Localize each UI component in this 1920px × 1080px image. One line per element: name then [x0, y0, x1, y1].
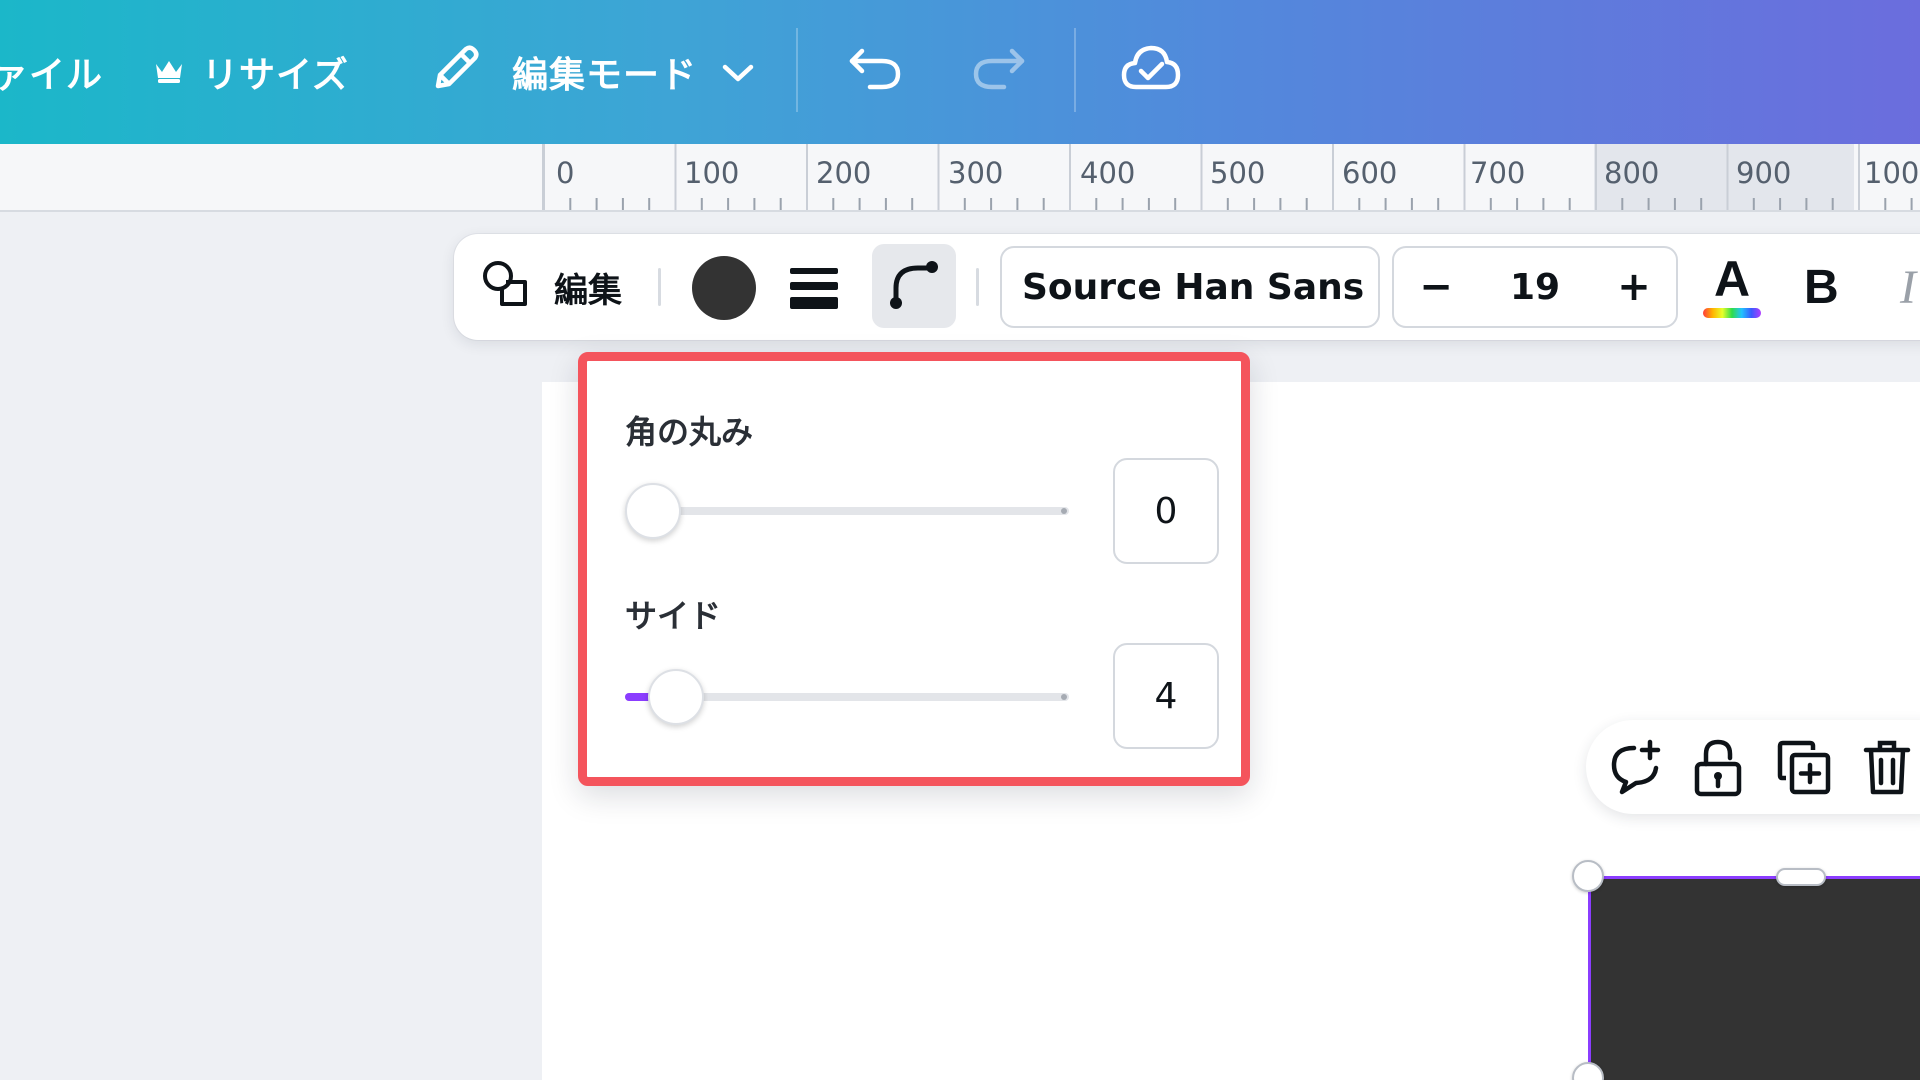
ruler-label: 100	[684, 156, 740, 190]
duplicate-icon[interactable]	[1776, 738, 1832, 800]
sides-value: 4	[1154, 675, 1178, 717]
horizontal-ruler: 0 100 200 300 400 500 600 700 800 900 10…	[0, 144, 1920, 212]
slider-thumb[interactable]	[648, 669, 705, 725]
font-size-stepper: − 19 +	[1392, 246, 1678, 328]
ruler-label: 500	[1210, 156, 1266, 190]
toolbar-divider	[976, 268, 979, 306]
resize-handle-top-left[interactable]	[1572, 860, 1604, 892]
element-quick-actions	[1586, 720, 1920, 814]
ruler-label: 200	[816, 156, 872, 190]
ruler-label: 600	[1342, 156, 1398, 190]
pencil-icon	[430, 42, 482, 103]
save-status-button[interactable]	[1120, 0, 1182, 144]
border-style-icon	[788, 268, 840, 316]
ruler-label: 900	[1736, 156, 1792, 190]
italic-button[interactable]: I	[1900, 234, 1916, 340]
sides-label: サイド	[625, 597, 722, 635]
top-bar: ァイル リサイズ 編集モード	[0, 0, 1920, 144]
sides-slider[interactable]	[625, 667, 1069, 727]
text-color-rainbow-bar	[1703, 308, 1761, 318]
corner-rounding-popover: 角の丸み 0 サイド 4	[578, 352, 1250, 786]
italic-label: I	[1900, 260, 1916, 314]
font-family-label: Source Han Sans ...	[1022, 266, 1380, 308]
redo-button[interactable]	[970, 0, 1028, 144]
file-menu[interactable]: ァイル	[0, 0, 103, 144]
redo-icon	[970, 43, 1028, 102]
sides-input[interactable]: 4	[1113, 643, 1219, 749]
ruler-label: 400	[1080, 156, 1136, 190]
ruler-label: 700	[1470, 156, 1526, 190]
slider-track	[625, 507, 1069, 515]
chevron-down-icon	[721, 52, 755, 93]
text-color-button[interactable]: A	[1700, 250, 1764, 324]
edit-shape-button[interactable]: 編集	[480, 234, 622, 340]
corner-radius-value: 0	[1154, 490, 1178, 532]
ruler-label: 300	[948, 156, 1004, 190]
shapes-icon	[480, 258, 530, 317]
file-menu-label: ァイル	[0, 55, 104, 96]
undo-button[interactable]	[846, 0, 904, 144]
decrease-font-size-button[interactable]: −	[1394, 264, 1478, 310]
fill-color-swatch[interactable]	[692, 256, 756, 320]
edit-mode-label: 編集モード	[512, 55, 698, 96]
toolbar-divider	[658, 268, 661, 306]
comment-add-icon[interactable]	[1606, 738, 1666, 802]
resize-button[interactable]: リサイズ	[154, 0, 349, 144]
ruler-label: 100	[1864, 156, 1920, 190]
text-color-icon: A	[1713, 251, 1751, 307]
edit-mode-dropdown[interactable]: 編集モード	[430, 0, 755, 144]
resize-label: リサイズ	[202, 55, 349, 96]
corner-radius-icon	[886, 256, 942, 316]
bold-button[interactable]: B	[1804, 234, 1839, 340]
unlock-icon[interactable]	[1692, 738, 1744, 802]
corner-radius-input[interactable]: 0	[1113, 458, 1219, 564]
font-size-input[interactable]: 19	[1478, 267, 1592, 308]
toolbar-divider	[1074, 28, 1076, 112]
corner-radius-slider[interactable]	[625, 481, 1069, 541]
edit-shape-label: 編集	[554, 270, 622, 311]
font-family-dropdown[interactable]: Source Han Sans ...	[1000, 246, 1380, 328]
crown-icon	[154, 52, 184, 93]
corner-radius-label: 角の丸み	[625, 413, 754, 451]
ruler-label: 0	[556, 156, 575, 190]
element-context-toolbar: 編集 Source Han Sans ... − 19 + A B I	[454, 234, 1920, 340]
slider-end-dot	[1061, 694, 1067, 700]
trash-icon[interactable]	[1862, 738, 1912, 802]
corner-rounding-button[interactable]	[872, 244, 956, 328]
slider-thumb[interactable]	[625, 483, 681, 539]
selected-shape[interactable]	[1588, 876, 1920, 1080]
increase-font-size-button[interactable]: +	[1592, 264, 1676, 310]
slider-end-dot	[1061, 508, 1067, 514]
ruler-label: 800	[1604, 156, 1660, 190]
cloud-check-icon	[1120, 43, 1182, 102]
border-style-button[interactable]	[788, 264, 840, 316]
bold-label: B	[1804, 260, 1839, 314]
undo-icon	[846, 43, 904, 102]
resize-handle-top[interactable]	[1776, 868, 1826, 886]
toolbar-divider	[796, 28, 798, 112]
